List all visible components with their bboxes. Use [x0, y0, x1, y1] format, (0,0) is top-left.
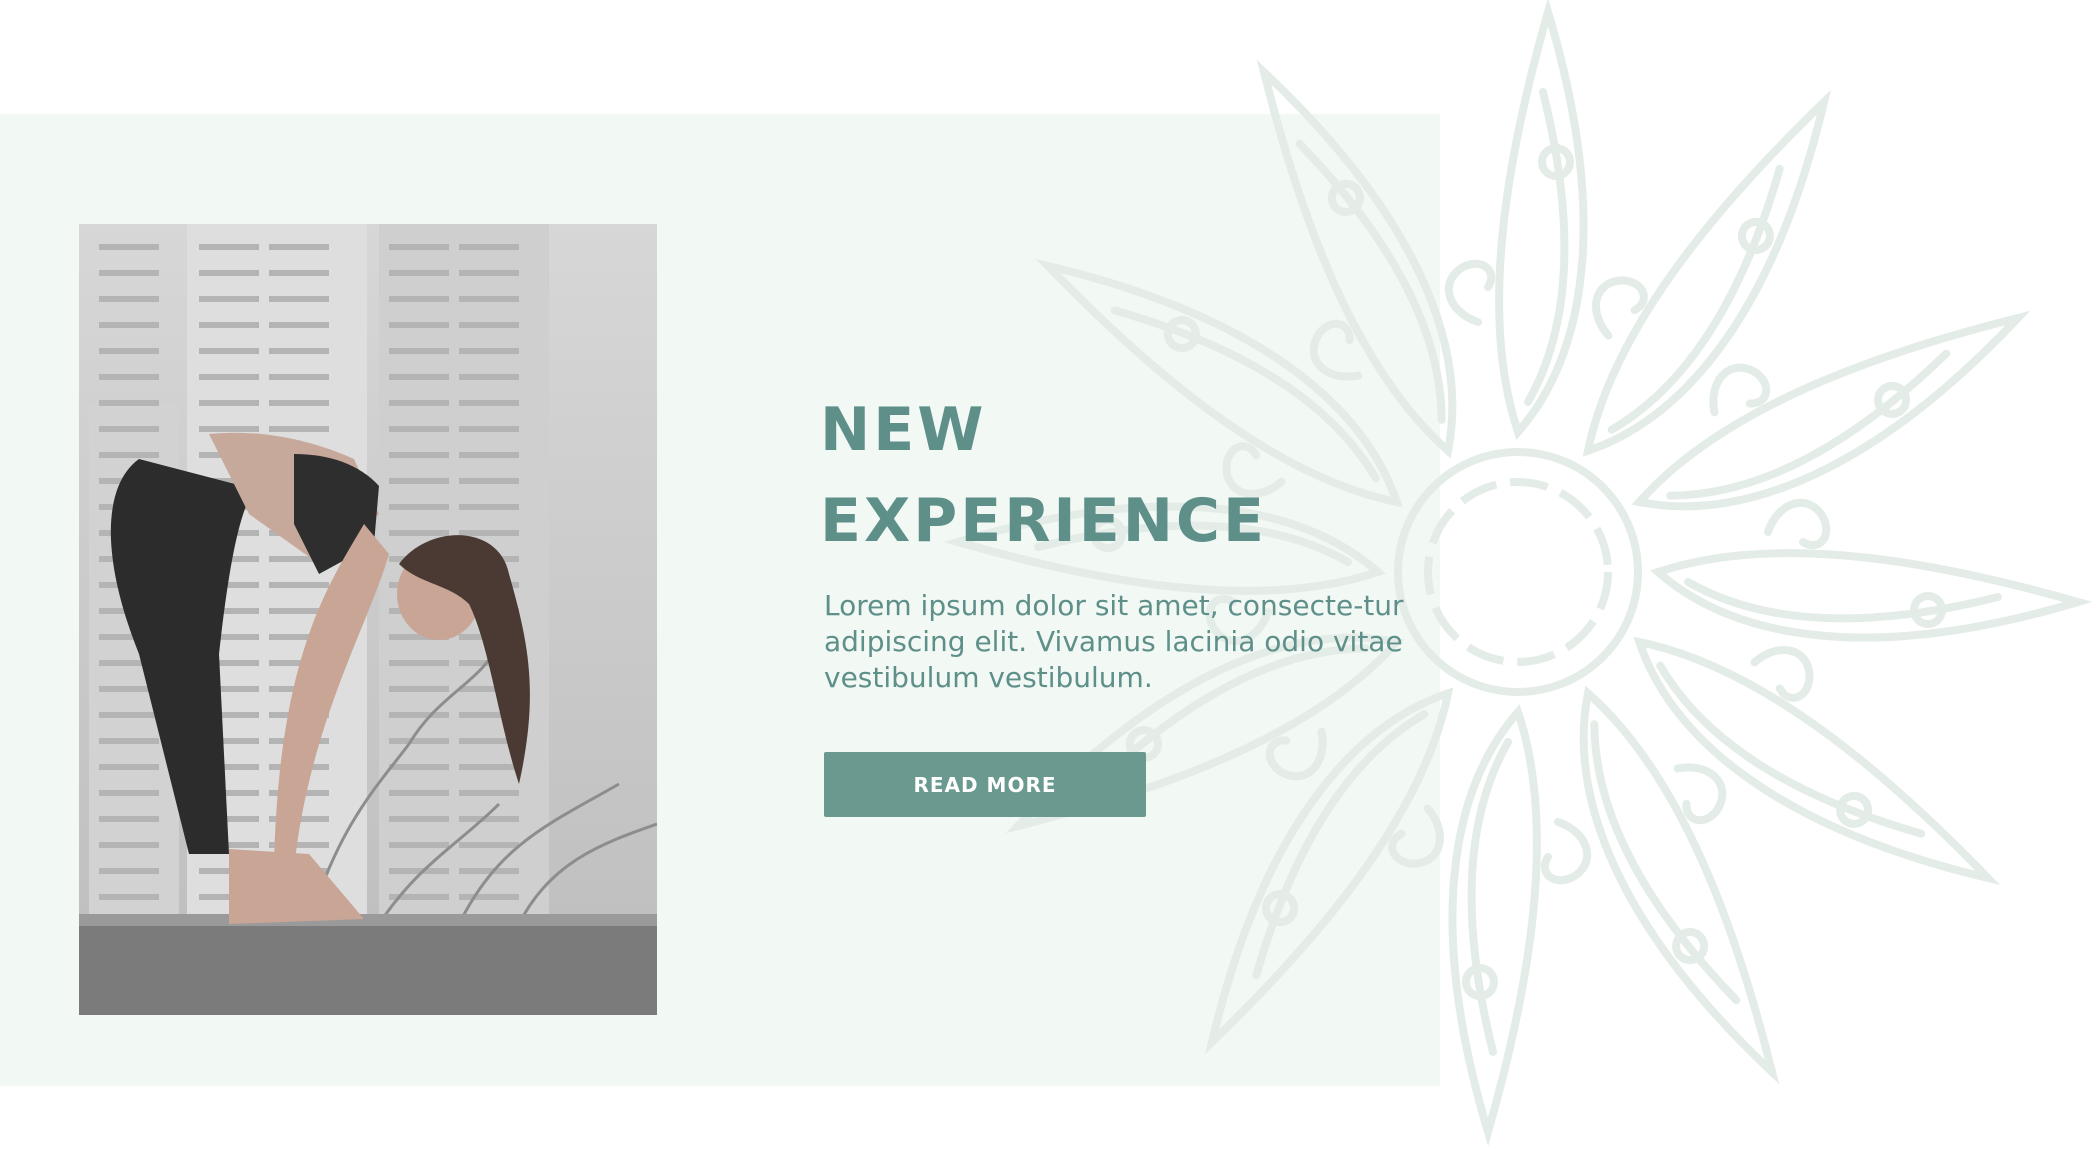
- hero-title-line-2: EXPERIENCE: [820, 486, 1267, 556]
- hero-title-line-1: NEW: [820, 395, 987, 465]
- yoga-photo: [79, 224, 657, 1015]
- grass: [79, 914, 657, 1015]
- hero-description: Lorem ipsum dolor sit amet, consecte-tur…: [824, 589, 1404, 694]
- hero-title: NEW EXPERIENCE: [820, 385, 1267, 567]
- read-more-button[interactable]: READ MORE: [824, 752, 1146, 817]
- mandala-ornament: [943, 0, 2093, 1147]
